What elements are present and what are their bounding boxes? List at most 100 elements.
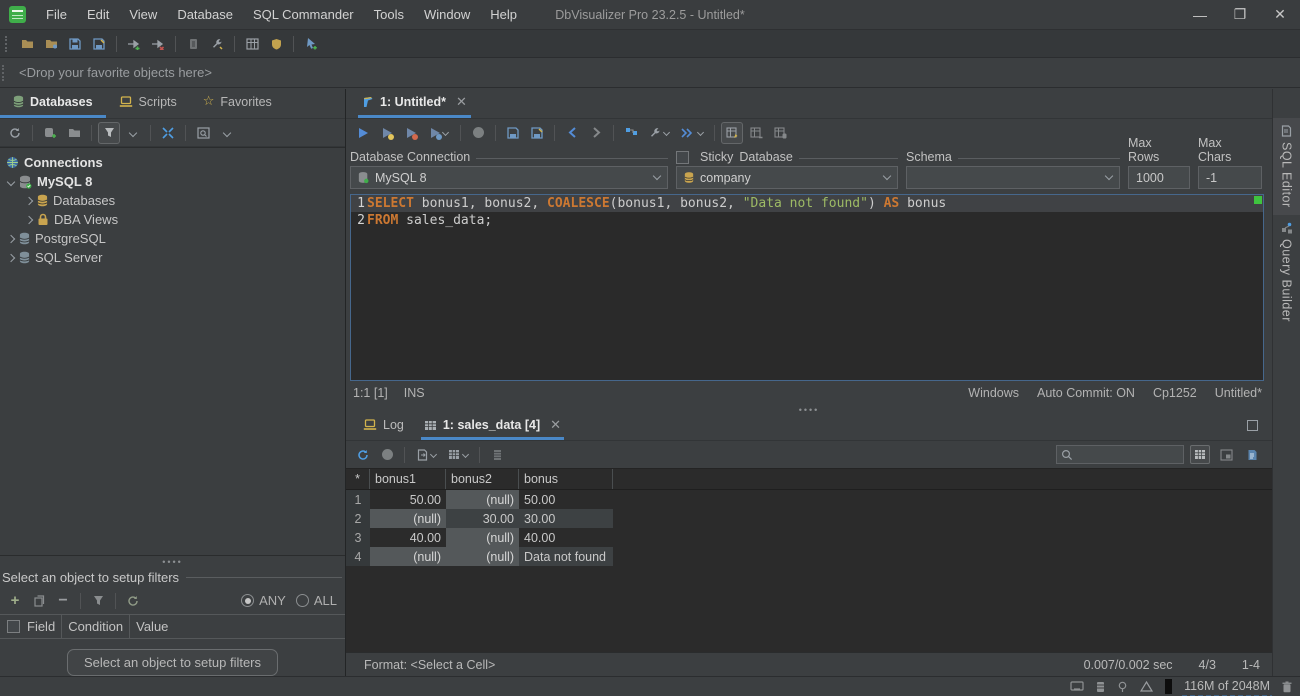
row-number[interactable]: 1 — [346, 490, 370, 509]
close-button[interactable]: ✕ — [1260, 0, 1300, 29]
cell-bonus2-null[interactable]: (null) — [446, 528, 519, 547]
menu-file[interactable]: File — [36, 0, 77, 29]
cell-bonus2-null[interactable]: (null) — [446, 490, 519, 509]
stop-button[interactable] — [467, 122, 489, 144]
grid-refresh-button[interactable] — [352, 444, 374, 466]
duplicate-filter-button[interactable] — [28, 590, 50, 612]
create-connection-button[interactable] — [39, 122, 61, 144]
result-row-1[interactable]: 1 50.00 (null) 50.00 — [346, 490, 1272, 509]
max-chars-input[interactable]: -1 — [1198, 166, 1262, 189]
column-settings-button[interactable] — [486, 444, 508, 466]
code-line-1[interactable]: 1 SELECT bonus1, bonus2, COALESCE(bonus1… — [351, 195, 1263, 212]
cell-bonus2[interactable]: 30.00 — [446, 509, 519, 528]
radio-any[interactable]: ANY — [241, 593, 286, 608]
tree-item-databases[interactable]: Databases — [0, 191, 345, 210]
setup-filters-button[interactable]: Select an object to setup filters — [67, 649, 278, 676]
cell-bonus1-null[interactable]: (null) — [370, 547, 446, 566]
favorites-drag-handle[interactable] — [2, 65, 7, 81]
export-grid-button[interactable] — [411, 444, 441, 466]
cell-bonus2-null[interactable]: (null) — [446, 547, 519, 566]
preview-dropdown-button[interactable] — [216, 122, 238, 144]
create-folder-button[interactable] — [63, 122, 85, 144]
menu-view[interactable]: View — [119, 0, 167, 29]
tab-databases[interactable]: Databases — [0, 88, 106, 118]
pointer-mode-button[interactable] — [300, 33, 322, 55]
tool-properties-button[interactable] — [206, 33, 228, 55]
explain-plan-button[interactable] — [620, 122, 642, 144]
chevron-right-icon[interactable] — [25, 215, 33, 223]
tab-favorites[interactable]: ☆ Favorites — [190, 88, 285, 118]
toolbar-drag-handle[interactable] — [5, 36, 10, 52]
chevron-right-icon[interactable] — [25, 196, 33, 204]
cell-bonus1[interactable]: 50.00 — [370, 490, 446, 509]
minimize-button[interactable]: — — [1180, 0, 1220, 29]
preview-object-button[interactable] — [192, 122, 214, 144]
filter-dropdown-button[interactable] — [122, 122, 144, 144]
left-splitter-handle[interactable]: •••• — [0, 556, 345, 567]
cell-bonus1-null[interactable]: (null) — [370, 509, 446, 528]
menu-sql-commander[interactable]: SQL Commander — [243, 0, 364, 29]
menu-help[interactable]: Help — [480, 0, 527, 29]
schema-select[interactable] — [906, 166, 1120, 189]
tree-item-mysql8[interactable]: MySQL 8 — [0, 172, 345, 191]
line-separator[interactable]: Windows — [968, 386, 1019, 400]
refresh-filter-button[interactable] — [122, 590, 144, 612]
tab-untitled-editor[interactable]: 1: Untitled* ✕ — [358, 88, 471, 118]
previous-sql-button[interactable] — [561, 122, 583, 144]
favorites-bar[interactable]: <Drop your favorite objects here> — [0, 58, 1300, 88]
tree-item-postgresql[interactable]: PostgreSQL — [0, 229, 345, 248]
grid-view-toggle[interactable] — [1190, 445, 1210, 464]
menu-database[interactable]: Database — [167, 0, 243, 29]
filter-objects-button[interactable] — [98, 122, 120, 144]
header-rownum[interactable]: * — [346, 469, 370, 489]
connection-select[interactable]: MySQL 8 — [350, 166, 668, 189]
apply-filter-button[interactable] — [87, 590, 109, 612]
header-bonus1[interactable]: bonus1 — [370, 469, 446, 489]
radio-all[interactable]: ALL — [296, 593, 337, 608]
tab-sales-data-result[interactable]: 1: sales_data [4] ✕ — [421, 413, 564, 440]
gc-trash-icon[interactable] — [1282, 681, 1292, 693]
remove-filter-button[interactable]: − — [52, 590, 74, 612]
connect-button[interactable] — [123, 33, 145, 55]
result-row-2[interactable]: 2 (null) 30.00 30.00 — [346, 509, 1272, 528]
tree-item-dba-views[interactable]: DBA Views — [0, 210, 345, 229]
grid-search-input[interactable] — [1056, 445, 1184, 464]
grid-view-options-button[interactable] — [443, 444, 473, 466]
tab-scripts[interactable]: Scripts — [106, 88, 190, 118]
execute-current-button[interactable] — [376, 122, 398, 144]
tab-log[interactable]: Log — [360, 413, 407, 440]
vtab-sql-editor[interactable]: SQL Editor — [1273, 118, 1300, 215]
commit-button[interactable] — [182, 33, 204, 55]
format-sql-button[interactable] — [644, 122, 674, 144]
chevron-right-icon[interactable] — [7, 234, 15, 242]
sticky-checkbox[interactable] — [676, 151, 689, 164]
open-settings-folder-button[interactable] — [40, 33, 62, 55]
run-to-cursor-button[interactable] — [676, 122, 708, 144]
database-select[interactable]: company — [676, 166, 898, 189]
execute-button[interactable] — [352, 122, 374, 144]
warning-status-icon[interactable] — [1140, 681, 1153, 692]
save-as-button-main[interactable] — [88, 33, 110, 55]
add-filter-button[interactable]: + — [4, 590, 26, 612]
chevron-down-icon[interactable] — [7, 177, 15, 185]
autocommit-status[interactable]: Auto Commit: ON — [1037, 386, 1135, 400]
cell-bonus[interactable]: 40.00 — [519, 528, 613, 547]
cell-bonus[interactable]: Data not found — [519, 547, 613, 566]
connections-status-icon[interactable] — [1096, 681, 1105, 693]
connection-wizard-button[interactable] — [265, 33, 287, 55]
tree-item-connections[interactable]: Connections — [0, 153, 345, 172]
edit-results-toggle[interactable] — [721, 122, 743, 144]
table-data-button[interactable] — [769, 122, 791, 144]
tree-item-sql-server[interactable]: SQL Server — [0, 248, 345, 267]
filter-select-all-checkbox[interactable] — [7, 620, 20, 633]
close-icon[interactable]: ✕ — [456, 94, 467, 110]
memory-indicator[interactable]: 116M of 2048M — [1184, 679, 1270, 694]
cell-bonus[interactable]: 50.00 — [519, 490, 613, 509]
result-row-4[interactable]: 4 (null) (null) Data not found — [346, 547, 1272, 566]
code-line-2[interactable]: 2 FROM sales_data; — [351, 212, 1263, 229]
row-number[interactable]: 2 — [346, 509, 370, 528]
execute-buffer-button[interactable] — [400, 122, 422, 144]
tree-refresh-button[interactable] — [4, 122, 26, 144]
maximize-panel-button[interactable] — [1247, 420, 1258, 431]
vtab-query-builder[interactable]: Query Builder — [1273, 215, 1300, 329]
